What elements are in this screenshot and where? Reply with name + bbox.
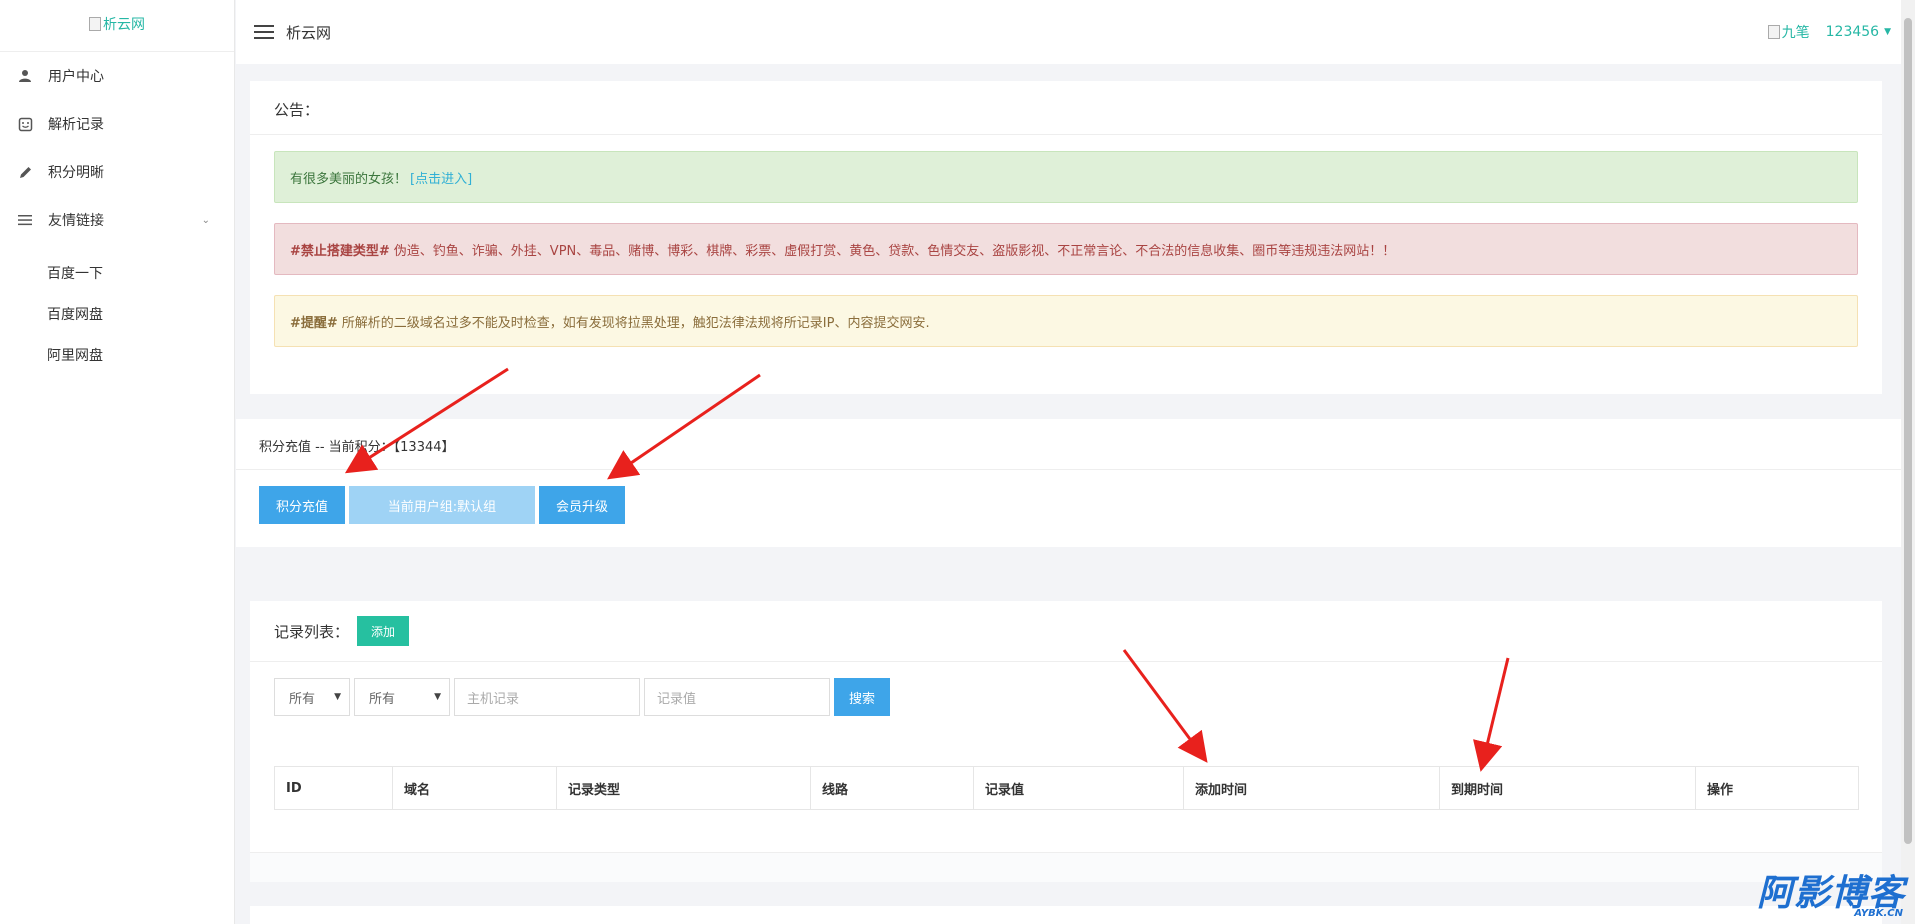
record-type-select-value: 所有: [289, 691, 316, 707]
pencil-icon: [16, 163, 34, 181]
scrollbar-thumb[interactable]: [1904, 18, 1912, 844]
logo-alt-text: 析云网: [103, 17, 145, 33]
danger-alert-title: #禁止搭建类型#: [290, 243, 390, 259]
chevron-down-icon: ⌄: [201, 214, 210, 226]
watermark-sub-text: AYBK.CN: [1854, 908, 1903, 919]
watermark-logo: 阿影博客 AYBK.CN: [1757, 874, 1905, 924]
column-header-added-time[interactable]: 添加时间: [1183, 766, 1440, 810]
column-header-actions[interactable]: 操作: [1695, 766, 1859, 810]
site-name: 析云网: [286, 23, 332, 42]
column-header-id[interactable]: ID: [274, 766, 393, 810]
table-header-row: ID 域名 记录类型 线路 记录值 添加时间 到期时间 操作: [274, 766, 1859, 810]
record-type-select[interactable]: 所有 ▼: [274, 678, 350, 716]
menu-toggle-icon[interactable]: [254, 25, 274, 39]
line-select-value: 所有: [369, 691, 396, 707]
sidebar-item-dns-records[interactable]: 解析记录: [0, 100, 234, 148]
sidebar-link-aliyun-pan[interactable]: 阿里网盘: [0, 334, 234, 375]
warning-alert: #提醒# 所解析的二级域名过多不能及时检查，如有发现将拉黑处理，触犯法律法规将所…: [274, 295, 1858, 347]
username: 123456: [1825, 24, 1880, 40]
broken-image-icon: [1767, 25, 1780, 39]
success-alert-text: 有很多美丽的女孩！: [290, 171, 408, 187]
records-table: ID 域名 记录类型 线路 记录值 添加时间 到期时间 操作: [274, 766, 1859, 810]
friend-links-submenu: 百度一下 百度网盘 阿里网盘: [0, 244, 234, 375]
sidebar-item-points-detail[interactable]: 积分明晰: [0, 148, 234, 196]
success-alert-link[interactable]: [点击进入]: [410, 168, 472, 187]
host-record-input[interactable]: 主机记录: [454, 678, 640, 716]
column-header-record-value[interactable]: 记录值: [973, 766, 1184, 810]
page-scrollbar[interactable]: [1901, 0, 1915, 924]
avatar-alt-text: 九笔: [1781, 25, 1810, 41]
next-panel: [250, 906, 1882, 924]
record-value-input[interactable]: 记录值: [644, 678, 830, 716]
line-select[interactable]: 所有 ▼: [354, 678, 450, 716]
notice-panel: 公告： 有很多美丽的女孩！ [点击进入] #禁止搭建类型# 伪造、钓鱼、诈骗、外…: [250, 81, 1882, 394]
sidebar: 析云网 用户中心 解析记录 积分明晰 友情链接 ⌄ 百度一下 百度网盘 阿里网盘: [0, 0, 235, 924]
danger-alert-text: 伪造、钓鱼、诈骗、外挂、VPN、毒品、赌博、博彩、棋牌、彩票、虚假打赏、黄色、贷…: [393, 243, 1396, 259]
list-icon: [16, 211, 34, 229]
sidebar-item-user-center[interactable]: 用户中心: [0, 52, 234, 100]
topbar: 析云网 九笔 123456 ▼: [236, 0, 1901, 64]
sidebar-link-baidu-pan[interactable]: 百度网盘: [0, 293, 234, 334]
logo[interactable]: 析云网: [0, 0, 234, 52]
chevron-down-icon: ▼: [334, 692, 341, 702]
note-icon: [16, 115, 34, 133]
add-record-button[interactable]: 添加: [357, 616, 410, 646]
column-header-line[interactable]: 线路: [810, 766, 974, 810]
user-icon: [16, 67, 34, 85]
recharge-points-button[interactable]: 积分充值: [259, 486, 345, 524]
sidebar-link-baidu[interactable]: 百度一下: [0, 252, 234, 293]
records-panel: 记录列表： 添加 所有 ▼ 所有 ▼ 主机记录 记录值 搜索 ID 域名 记录类型 …: [250, 601, 1882, 882]
danger-alert: #禁止搭建类型# 伪造、钓鱼、诈骗、外挂、VPN、毒品、赌博、博彩、棋牌、彩票、…: [274, 223, 1858, 275]
table-footer: [250, 852, 1882, 882]
success-alert: 有很多美丽的女孩！ [点击进入]: [274, 151, 1858, 203]
column-header-domain[interactable]: 域名: [392, 766, 557, 810]
records-title: 记录列表：: [274, 622, 350, 641]
sidebar-item-friend-links[interactable]: 友情链接 ⌄: [0, 196, 234, 244]
caret-down-icon: ▼: [1884, 27, 1891, 37]
points-panel: 积分充值 -- 当前积分：【13344】 积分充值 当前用户组:默认组 会员升级: [236, 419, 1901, 547]
warning-alert-title: #提醒#: [290, 315, 338, 331]
notice-title: 公告：: [250, 81, 1882, 135]
search-button[interactable]: 搜索: [834, 678, 890, 716]
records-filters: 所有 ▼ 所有 ▼ 主机记录 记录值 搜索: [250, 662, 1882, 732]
sidebar-item-label: 积分明晰: [48, 165, 104, 181]
column-header-record-type[interactable]: 记录类型: [556, 766, 811, 810]
user-group-button: 当前用户组:默认组: [349, 486, 535, 524]
user-menu[interactable]: 九笔 123456 ▼: [1767, 22, 1891, 42]
sidebar-item-label: 友情链接: [48, 213, 104, 229]
column-header-expire-time[interactable]: 到期时间: [1439, 766, 1696, 810]
avatar: 九笔: [1767, 22, 1810, 42]
broken-image-icon: [89, 17, 101, 31]
sidebar-item-label: 解析记录: [48, 117, 104, 133]
warning-alert-text: 所解析的二级域名过多不能及时检查，如有发现将拉黑处理，触犯法律法规将所记录IP、…: [341, 315, 930, 331]
points-header: 积分充值 -- 当前积分：【13344】: [236, 419, 1901, 470]
chevron-down-icon: ▼: [434, 692, 441, 702]
member-upgrade-button[interactable]: 会员升级: [539, 486, 625, 524]
sidebar-item-label: 用户中心: [48, 69, 104, 85]
